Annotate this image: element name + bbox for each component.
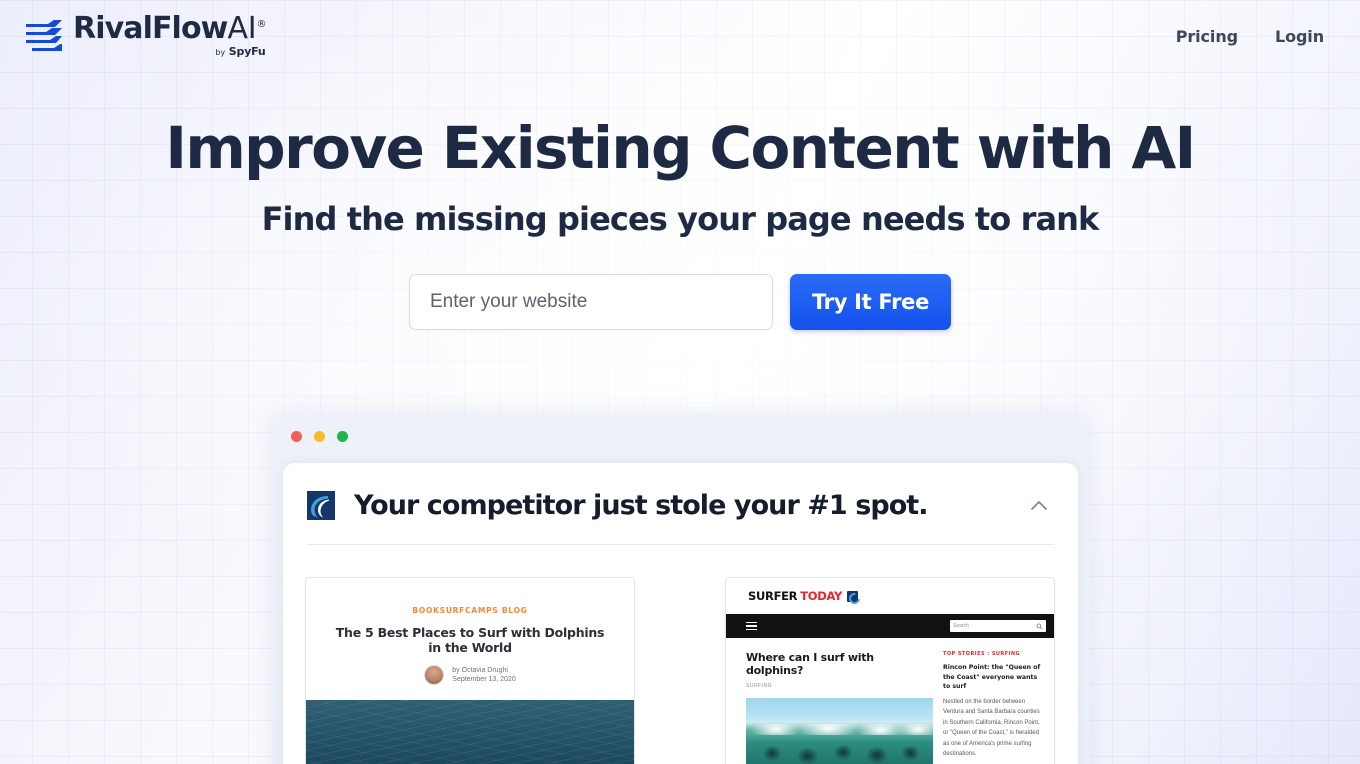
brand-logo[interactable]: RivalFlowAI® by SpyFu	[24, 14, 266, 58]
insight-card-title: Your competitor just stole your #1 spot.	[354, 490, 929, 521]
wave-logo-icon	[307, 491, 335, 520]
minimize-icon[interactable]	[314, 431, 325, 442]
search-placeholder: Search	[953, 623, 969, 629]
insight-card: Your competitor just stole your #1 spot.…	[283, 463, 1078, 764]
ocean-wave-photo	[306, 700, 634, 764]
surfertoday-main-column: Where can I surf with dolphins? SURFING	[746, 651, 933, 764]
comparison-row: BOOKSURFCAMPS BLOG The 5 Best Places to …	[283, 545, 1078, 764]
surfertoday-header: SURFER TODAY	[726, 578, 1054, 614]
window-traffic-lights	[272, 414, 1089, 442]
surfertoday-content: Where can I surf with dolphins? SURFING …	[726, 638, 1054, 764]
landing-page: RivalFlowAI® by SpyFu Pricing Login Impr…	[0, 0, 1360, 764]
brand-byline: by SpyFu	[215, 45, 266, 58]
hero-subtitle: Find the missing pieces your page needs …	[261, 199, 1100, 238]
search-icon	[1036, 623, 1043, 629]
website-input[interactable]	[408, 273, 773, 330]
sidebar-story-title[interactable]: Rincon Point: the "Queen of the Coast" e…	[943, 663, 1043, 692]
surfertoday-logo-red: TODAY	[800, 589, 843, 603]
competitor-panel-right[interactable]: SURFER TODAY Search Where can I surf wit…	[725, 577, 1055, 764]
vs-separator: vs	[635, 577, 725, 764]
competitor-panel-left[interactable]: BOOKSURFCAMPS BLOG The 5 Best Places to …	[305, 577, 635, 764]
maximize-icon[interactable]	[337, 431, 348, 442]
surfertoday-navbar: Search	[726, 614, 1054, 638]
close-icon[interactable]	[291, 431, 302, 442]
dolphins-in-wave-photo	[746, 698, 933, 764]
blog-article-title: The 5 Best Places to Surf with Dolphins …	[335, 625, 605, 655]
surfertoday-logo: SURFER TODAY	[748, 589, 859, 603]
brand-wordmark: RivalFlowAI®	[73, 11, 266, 46]
sidebar-kicker: TOP STORIES : SURFING	[943, 651, 1021, 657]
try-it-free-button[interactable]: Try It Free	[789, 273, 952, 330]
nav-links: Pricing Login	[1176, 27, 1334, 46]
rivalflow-logo-icon	[26, 20, 62, 51]
nav-link-login[interactable]: Login	[1275, 27, 1324, 46]
insight-card-header: Your competitor just stole your #1 spot.	[283, 463, 1078, 521]
page-title: Improve Existing Content with AI	[165, 114, 1196, 182]
surfertoday-headline: Where can I surf with dolphins?	[746, 651, 874, 677]
top-navbar: RivalFlowAI® by SpyFu Pricing Login	[0, 0, 1360, 72]
browser-mockup: Your competitor just stole your #1 spot.…	[272, 414, 1089, 764]
hero-section: Improve Existing Content with AI Find th…	[0, 118, 1360, 330]
blog-author: by Octavia Drughi	[452, 666, 508, 674]
surfertoday-tag: SURFING	[746, 683, 772, 689]
blog-byline: by Octavia Drughi September 13, 2020	[332, 665, 608, 685]
sidebar-story-body: Nestled on the border between Ventura an…	[943, 698, 1040, 758]
chevron-up-icon[interactable]	[1027, 494, 1051, 518]
search-input[interactable]: Search	[950, 620, 1046, 632]
surfertoday-logo-black: SURFER	[748, 589, 798, 603]
surfertoday-sidebar: TOP STORIES : SURFING Rincon Point: the …	[943, 651, 1043, 764]
blog-kicker: BOOKSURFCAMPS BLOG	[412, 606, 528, 615]
surfertoday-wave-icon	[847, 590, 859, 602]
booksurfcamps-body: BOOKSURFCAMPS BLOG The 5 Best Places to …	[306, 578, 634, 685]
hamburger-menu-icon[interactable]	[746, 621, 757, 631]
avatar	[424, 665, 445, 685]
blog-date: September 13, 2020	[452, 676, 516, 683]
signup-form: Try It Free	[0, 273, 1360, 330]
nav-link-pricing[interactable]: Pricing	[1176, 27, 1238, 46]
